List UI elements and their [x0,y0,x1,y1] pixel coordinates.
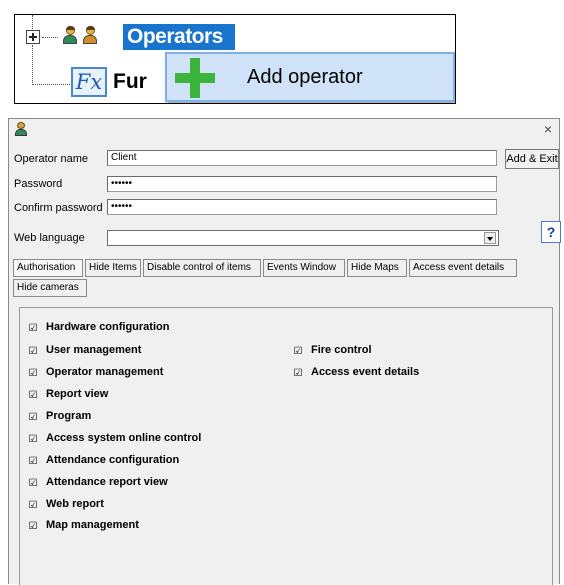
tab-events-window[interactable]: Events Window [263,259,345,277]
confirm-password-input[interactable]: •••••• [107,199,497,215]
permission-checkbox[interactable]: ☑ Access system online control [28,432,202,446]
permission-checkbox[interactable]: ☑ User management [28,344,142,358]
permission-checkbox[interactable]: ☑ Attendance report view [28,476,168,490]
permission-label: Program [46,410,92,422]
tree-item-functions[interactable]: Fur [113,67,147,97]
checkbox-checked-icon[interactable]: ☑ [28,413,38,423]
tree-view: Operators Fx Fur Add operator [14,14,456,104]
permission-label: Web report [46,498,104,510]
tab-hide-maps[interactable]: Hide Maps [347,259,407,277]
permission-label: Report view [46,388,109,400]
permission-checkbox[interactable]: ☑ Access event details [293,366,420,380]
permission-checkbox[interactable]: ☑ Program [28,410,92,424]
password-label: Password [14,178,63,190]
permission-label: Map management [46,519,139,531]
chevron-down-icon[interactable] [484,232,496,244]
permission-label: Access system online control [46,432,202,444]
authorisation-panel: ☑ Hardware configuration ☑ User management… [19,307,553,585]
permission-label: Hardware configuration [46,321,170,333]
tab-hide-cameras[interactable]: Hide cameras [13,279,87,297]
checkbox-checked-icon[interactable]: ☑ [28,501,38,511]
operator-dialog: × Operator name Client Add & Exit Passwo… [8,118,561,585]
checkbox-checked-icon[interactable]: ☑ [28,522,38,532]
operators-icon [83,26,97,44]
web-language-dropdown[interactable] [107,230,499,246]
operators-icon [63,26,77,44]
permission-checkbox[interactable]: ☑ Attendance configuration [28,454,180,468]
checkbox-checked-icon[interactable]: ☑ [28,391,38,401]
checkbox-checked-icon[interactable]: ☑ [293,347,303,357]
operator-icon [15,122,27,136]
help-button[interactable]: ? [541,221,561,243]
add-operator-menu-item[interactable]: Add operator [247,64,363,90]
permission-checkbox[interactable]: ☑ Fire control [293,344,372,358]
permission-label: Access event details [311,366,420,378]
permission-checkbox[interactable]: ☑ Web report [28,498,104,512]
permission-label: Operator management [46,366,164,378]
tree-expand-icon[interactable] [26,30,40,44]
checkbox-checked-icon[interactable]: ☑ [28,479,38,489]
permission-checkbox[interactable]: ☑ Operator management [28,366,164,380]
checkbox-checked-icon[interactable]: ☑ [28,435,38,445]
permission-label: Attendance configuration [46,454,180,466]
permission-label: Attendance report view [46,476,168,488]
context-menu: Add operator [165,52,455,102]
web-language-label: Web language [14,232,85,244]
tab-hide-items[interactable]: Hide Items [85,259,141,277]
checkbox-checked-icon[interactable]: ☑ [28,324,38,334]
permission-checkbox[interactable]: ☑ Report view [28,388,109,402]
checkbox-checked-icon[interactable]: ☑ [28,457,38,467]
permission-label: Fire control [311,344,372,356]
checkbox-checked-icon[interactable]: ☑ [28,369,38,379]
tree-item-operators[interactable]: Operators [123,24,235,50]
tree-line [32,45,33,85]
tree-line [42,37,58,38]
operator-name-input[interactable]: Client [107,150,497,166]
permission-checkbox[interactable]: ☑ Hardware configuration [28,321,170,335]
password-input[interactable]: •••••• [107,176,497,192]
close-icon[interactable]: × [539,120,557,138]
confirm-password-label: Confirm password [14,202,103,214]
permission-checkbox[interactable]: ☑ Map management [28,519,139,533]
fx-icon: Fx [71,67,107,97]
operator-name-label: Operator name [14,153,88,165]
permission-label: User management [46,344,142,356]
tab-disable-control[interactable]: Disable control of items [143,259,261,277]
tab-authorisation[interactable]: Authorisation [13,259,83,277]
plus-icon [175,58,215,98]
add-exit-button[interactable]: Add & Exit [505,149,559,169]
tree-line [32,84,70,85]
checkbox-checked-icon[interactable]: ☑ [28,347,38,357]
tab-access-event-details[interactable]: Access event details [409,259,517,277]
checkbox-checked-icon[interactable]: ☑ [293,369,303,379]
tree-line [32,15,33,29]
